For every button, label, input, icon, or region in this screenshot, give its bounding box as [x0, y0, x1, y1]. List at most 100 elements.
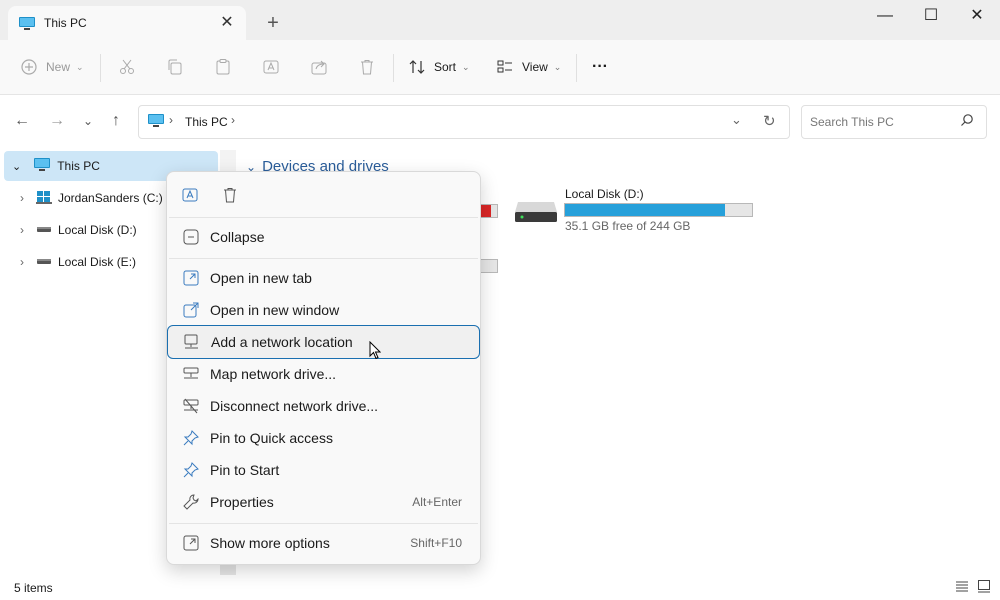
- new-button[interactable]: New ⌄: [20, 52, 84, 82]
- drive-e-usage-bar: [480, 259, 498, 273]
- recent-locations-button[interactable]: ⌄: [76, 109, 100, 133]
- command-bar: New ⌄ Sort ⌄ View ⌄ ···: [0, 40, 1000, 95]
- menu-shortcut: Alt+Enter: [412, 495, 462, 509]
- open-tab-icon: [182, 269, 200, 287]
- address-bar[interactable]: › This PC › ⌄ ↻: [138, 105, 790, 139]
- menu-item-properties[interactable]: Properties Alt+Enter: [169, 486, 478, 518]
- rename-icon: [263, 60, 279, 74]
- rename-button[interactable]: [262, 52, 280, 82]
- clipboard-icon: [216, 59, 230, 75]
- delete-button[interactable]: [358, 52, 376, 82]
- drive-d-usage-fill: [565, 204, 726, 216]
- chevron-right-icon[interactable]: ›: [20, 191, 24, 205]
- new-label: New: [46, 60, 71, 74]
- share-button[interactable]: [310, 52, 328, 82]
- close-button[interactable]: ✕: [954, 0, 1000, 32]
- menu-item-open-new-tab[interactable]: Open in new tab: [169, 262, 478, 294]
- nav-label: This PC: [57, 159, 100, 173]
- toolbar-divider: [576, 54, 577, 82]
- map-drive-icon: [182, 365, 200, 383]
- details-view-icon[interactable]: [955, 579, 969, 596]
- search-icon[interactable]: [960, 113, 974, 130]
- tab-close-button[interactable]: ✕: [216, 12, 238, 34]
- disconnect-drive-icon: [182, 397, 200, 415]
- mouse-cursor-icon: [369, 340, 382, 363]
- paste-button[interactable]: [214, 52, 232, 82]
- menu-item-add-network-location[interactable]: Add a network location: [167, 325, 480, 359]
- menu-separator: [169, 523, 478, 524]
- view-icon: [497, 60, 512, 73]
- toolbar-divider: [393, 54, 394, 82]
- nav-label: Local Disk (E:): [58, 255, 137, 269]
- context-menu: Collapse Open in new tab Open in new win…: [166, 171, 481, 565]
- drive-d-name: Local Disk (D:): [565, 187, 644, 201]
- menu-item-pin-start[interactable]: Pin to Start: [169, 454, 478, 486]
- sort-button[interactable]: Sort ⌄: [408, 52, 470, 82]
- drive-d-tile[interactable]: Local Disk (D:) 35.1 GB free of 244 GB: [512, 186, 762, 236]
- address-dropdown-icon[interactable]: ⌄: [731, 112, 742, 128]
- nav-label: Local Disk (D:): [58, 223, 137, 237]
- menu-label: Disconnect network drive...: [210, 398, 379, 414]
- this-pc-icon: [18, 16, 36, 35]
- tab-this-pc[interactable]: This PC ✕: [8, 6, 246, 40]
- breadcrumb-this-pc[interactable]: This PC: [185, 115, 228, 129]
- menu-shortcut: Shift+F10: [410, 536, 462, 550]
- more-button[interactable]: ···: [592, 52, 608, 82]
- search-input[interactable]: Search This PC: [810, 115, 894, 129]
- this-pc-icon: [147, 113, 165, 132]
- search-box[interactable]: Search This PC: [801, 105, 987, 139]
- drive-d-free-text: 35.1 GB free of 244 GB: [565, 219, 691, 233]
- menu-item-disconnect-network-drive[interactable]: Disconnect network drive...: [169, 390, 478, 422]
- pin-icon: [182, 461, 200, 479]
- refresh-icon[interactable]: ↻: [763, 112, 776, 130]
- chevron-down-icon[interactable]: ⌄: [12, 160, 21, 173]
- share-icon: [311, 60, 327, 75]
- view-button[interactable]: View ⌄: [496, 52, 561, 82]
- drive-c-usage-bar: [480, 204, 498, 218]
- up-button[interactable]: ↑: [104, 109, 128, 133]
- maximize-button[interactable]: ☐: [908, 0, 954, 32]
- view-label: View: [522, 60, 548, 74]
- menu-separator: [169, 217, 478, 218]
- menu-item-pin-quick-access[interactable]: Pin to Quick access: [169, 422, 478, 454]
- large-icons-view-icon[interactable]: [977, 579, 991, 596]
- new-tab-button[interactable]: +: [262, 12, 284, 34]
- back-button[interactable]: ←: [10, 109, 34, 133]
- hard-drive-icon: [514, 200, 558, 227]
- windows-drive-icon: [36, 190, 52, 207]
- minimize-button[interactable]: —: [862, 0, 908, 32]
- cut-button[interactable]: [118, 52, 136, 82]
- sort-icon: [409, 60, 425, 74]
- drive-d-usage-bar: [564, 203, 753, 217]
- tab-title: This PC: [44, 16, 87, 30]
- item-count: 5 items: [14, 581, 53, 595]
- menu-label: Add a network location: [211, 334, 353, 350]
- toolbar-divider: [100, 54, 101, 82]
- plus-circle-icon: [21, 59, 37, 75]
- chevron-right-icon[interactable]: ›: [20, 255, 24, 269]
- wrench-icon: [182, 493, 200, 511]
- menu-label: Properties: [210, 494, 274, 510]
- collapse-icon: [182, 228, 200, 246]
- status-bar: 5 items: [0, 575, 1000, 600]
- network-location-icon: [183, 333, 201, 351]
- trash-icon: [361, 60, 373, 75]
- menu-label: Pin to Start: [210, 462, 280, 478]
- drive-icon: [36, 255, 52, 269]
- nav-label: JordanSanders (C:): [58, 191, 163, 205]
- more-options-icon: [182, 534, 200, 552]
- menu-label: Show more options: [210, 535, 330, 551]
- menu-item-show-more-options[interactable]: Show more options Shift+F10: [169, 527, 478, 559]
- sort-label: Sort: [434, 60, 457, 74]
- trash-icon[interactable]: [221, 186, 239, 207]
- menu-item-open-new-window[interactable]: Open in new window: [169, 294, 478, 326]
- forward-button[interactable]: →: [45, 109, 69, 133]
- chevron-down-icon: ⌄: [462, 61, 470, 72]
- chevron-right-icon[interactable]: ›: [231, 113, 235, 127]
- open-window-icon: [182, 301, 200, 319]
- rename-icon[interactable]: [181, 186, 199, 207]
- menu-item-map-network-drive[interactable]: Map network drive...: [169, 358, 478, 390]
- chevron-right-icon[interactable]: ›: [20, 223, 24, 237]
- copy-button[interactable]: [166, 52, 184, 82]
- menu-item-collapse[interactable]: Collapse: [169, 221, 478, 253]
